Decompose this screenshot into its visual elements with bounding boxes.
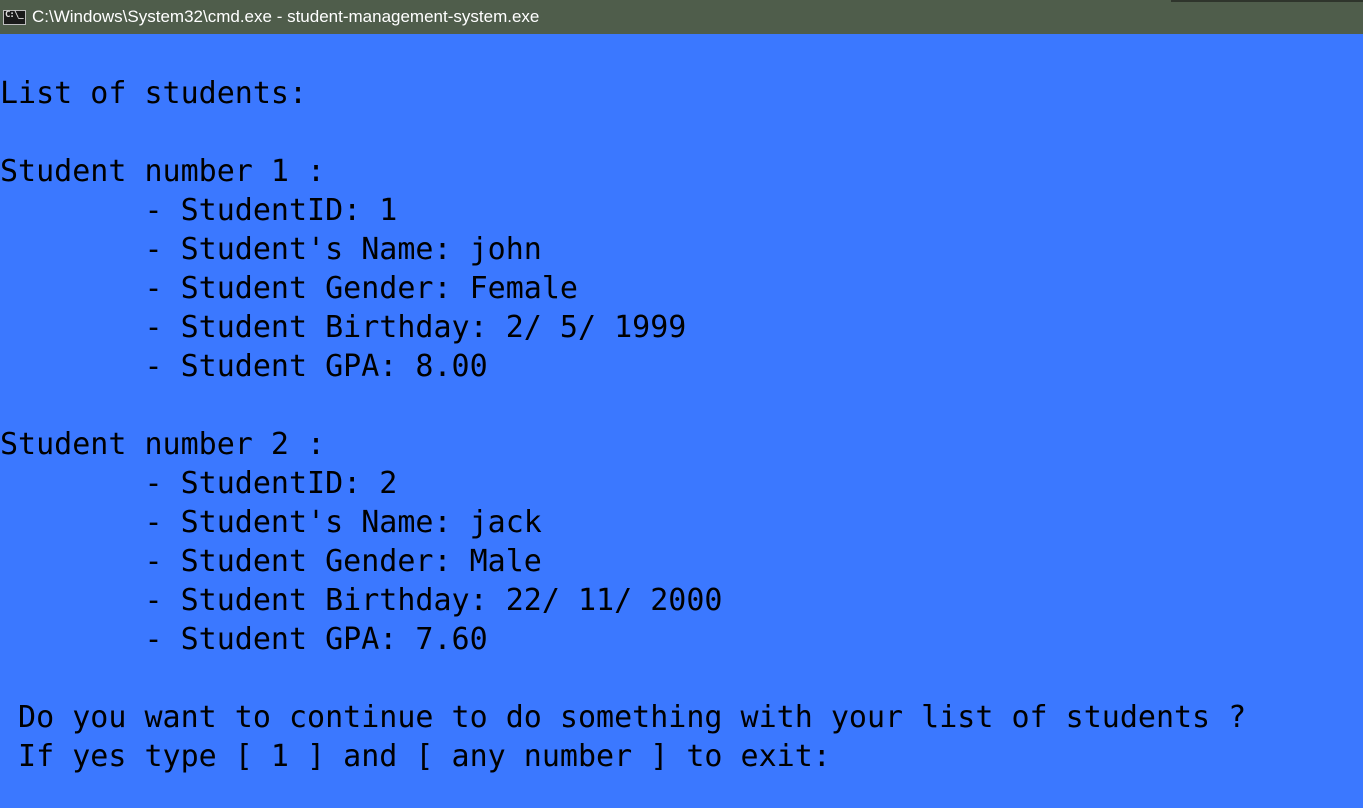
- console-line: - StudentID: 2: [0, 466, 398, 501]
- window-title: C:\Windows\System32\cmd.exe - student-ma…: [32, 7, 540, 26]
- console-line: Student number 1 :: [0, 154, 326, 189]
- console-line: List of students:: [0, 76, 308, 111]
- console-line: - StudentID: 1: [0, 193, 398, 228]
- console-line: - Student GPA: 7.60: [0, 622, 488, 657]
- console-line: - Student GPA: 8.00: [0, 349, 488, 384]
- cmd-icon: [3, 9, 26, 25]
- console-prompt-line: If yes type [ 1 ] and [ any number ] to …: [0, 739, 831, 774]
- console-line: - Student Birthday: 22/ 11/ 2000: [0, 583, 723, 618]
- console-line: - Student's Name: jack: [0, 505, 542, 540]
- console-line: - Student Gender: Male: [0, 544, 542, 579]
- console-line: - Student's Name: john: [0, 232, 542, 267]
- console-window: C:\Windows\System32\cmd.exe - student-ma…: [0, 0, 1363, 808]
- console-line: Do you want to continue to do something …: [0, 700, 1247, 735]
- console-line: - Student Birthday: 2/ 5/ 1999: [0, 310, 687, 345]
- console-output[interactable]: List of students: Student number 1 : - S…: [0, 74, 1363, 808]
- console-line: Student number 2 :: [0, 427, 326, 462]
- titlebar-accent: [1171, 0, 1363, 2]
- console-line: - Student Gender: Female: [0, 271, 578, 306]
- title-bar[interactable]: C:\Windows\System32\cmd.exe - student-ma…: [0, 0, 1363, 34]
